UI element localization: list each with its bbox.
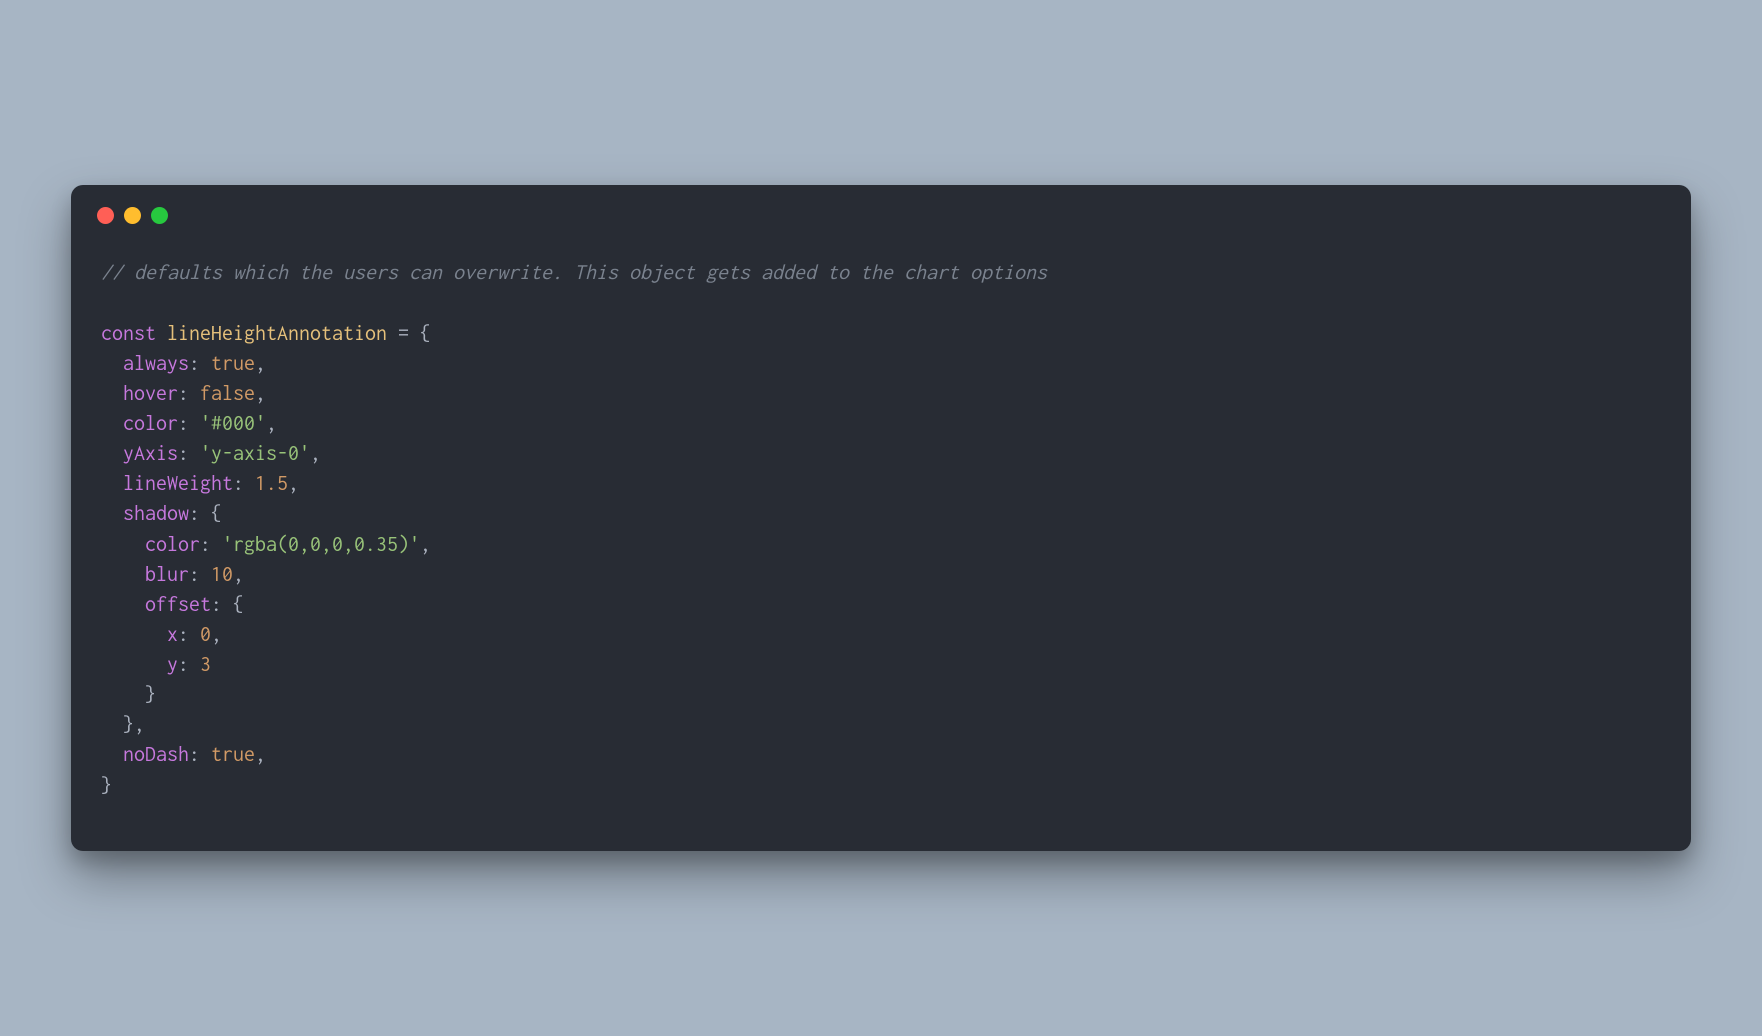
property-hover: hover <box>123 382 178 405</box>
indent <box>101 623 167 646</box>
indent <box>101 533 145 556</box>
comma: , <box>233 563 244 586</box>
property-lineweight: lineWeight <box>123 472 233 495</box>
comma: , <box>310 442 321 465</box>
indent <box>101 713 123 736</box>
property-nodash: noDash <box>123 743 189 766</box>
indent <box>101 683 145 706</box>
indent <box>101 502 123 525</box>
close-brace: } <box>145 683 156 706</box>
property-x: x <box>167 623 178 646</box>
value-string: 'y-axis-0' <box>200 442 310 465</box>
close-brace-comma: }, <box>123 713 145 736</box>
colon: : <box>189 743 211 766</box>
property-blur: blur <box>145 563 189 586</box>
value-number: 1.5 <box>255 472 288 495</box>
property-offset: offset <box>145 593 211 616</box>
indent <box>101 563 145 586</box>
property-shadow: shadow <box>123 502 189 525</box>
code-window: // defaults which the users can overwrit… <box>71 185 1691 850</box>
property-color: color <box>123 412 178 435</box>
property-yaxis: yAxis <box>123 442 178 465</box>
colon: : <box>178 653 200 676</box>
indent <box>101 593 145 616</box>
indent <box>101 442 123 465</box>
colon: : <box>189 352 211 375</box>
colon: : <box>189 502 211 525</box>
colon: : <box>178 382 200 405</box>
keyword-const: const <box>101 322 156 345</box>
colon: : <box>178 442 200 465</box>
comma: , <box>255 743 266 766</box>
indent <box>101 412 123 435</box>
window-close-icon[interactable] <box>97 207 114 224</box>
comma: , <box>255 382 266 405</box>
colon: : <box>211 593 233 616</box>
window-controls <box>71 185 1691 224</box>
value-true: true <box>211 743 255 766</box>
window-minimize-icon[interactable] <box>124 207 141 224</box>
indent <box>101 352 123 375</box>
indent <box>101 653 167 676</box>
window-maximize-icon[interactable] <box>151 207 168 224</box>
value-string: 'rgba(0,0,0,0.35)' <box>222 533 420 556</box>
value-number: 10 <box>211 563 233 586</box>
indent <box>101 472 123 495</box>
comma: , <box>255 352 266 375</box>
value-string: '#000' <box>200 412 266 435</box>
comma: , <box>420 533 431 556</box>
value-number: 3 <box>200 653 211 676</box>
value-number: 0 <box>200 623 211 646</box>
code-comment: // defaults which the users can overwrit… <box>101 261 1047 284</box>
colon: : <box>178 623 200 646</box>
value-false: false <box>200 382 255 405</box>
open-brace: { <box>211 502 222 525</box>
comma: , <box>288 472 299 495</box>
colon: : <box>178 412 200 435</box>
close-brace: } <box>101 774 112 797</box>
punctuation: = { <box>387 322 431 345</box>
property-shadow-color: color <box>145 533 200 556</box>
value-true: true <box>211 352 255 375</box>
code-block: // defaults which the users can overwrit… <box>71 224 1691 850</box>
property-y: y <box>167 653 178 676</box>
colon: : <box>189 563 211 586</box>
variable-name: lineHeightAnnotation <box>167 322 387 345</box>
indent <box>101 382 123 405</box>
colon: : <box>233 472 255 495</box>
property-always: always <box>123 352 189 375</box>
indent <box>101 743 123 766</box>
open-brace: { <box>233 593 244 616</box>
comma: , <box>266 412 277 435</box>
comma: , <box>211 623 222 646</box>
colon: : <box>200 533 222 556</box>
